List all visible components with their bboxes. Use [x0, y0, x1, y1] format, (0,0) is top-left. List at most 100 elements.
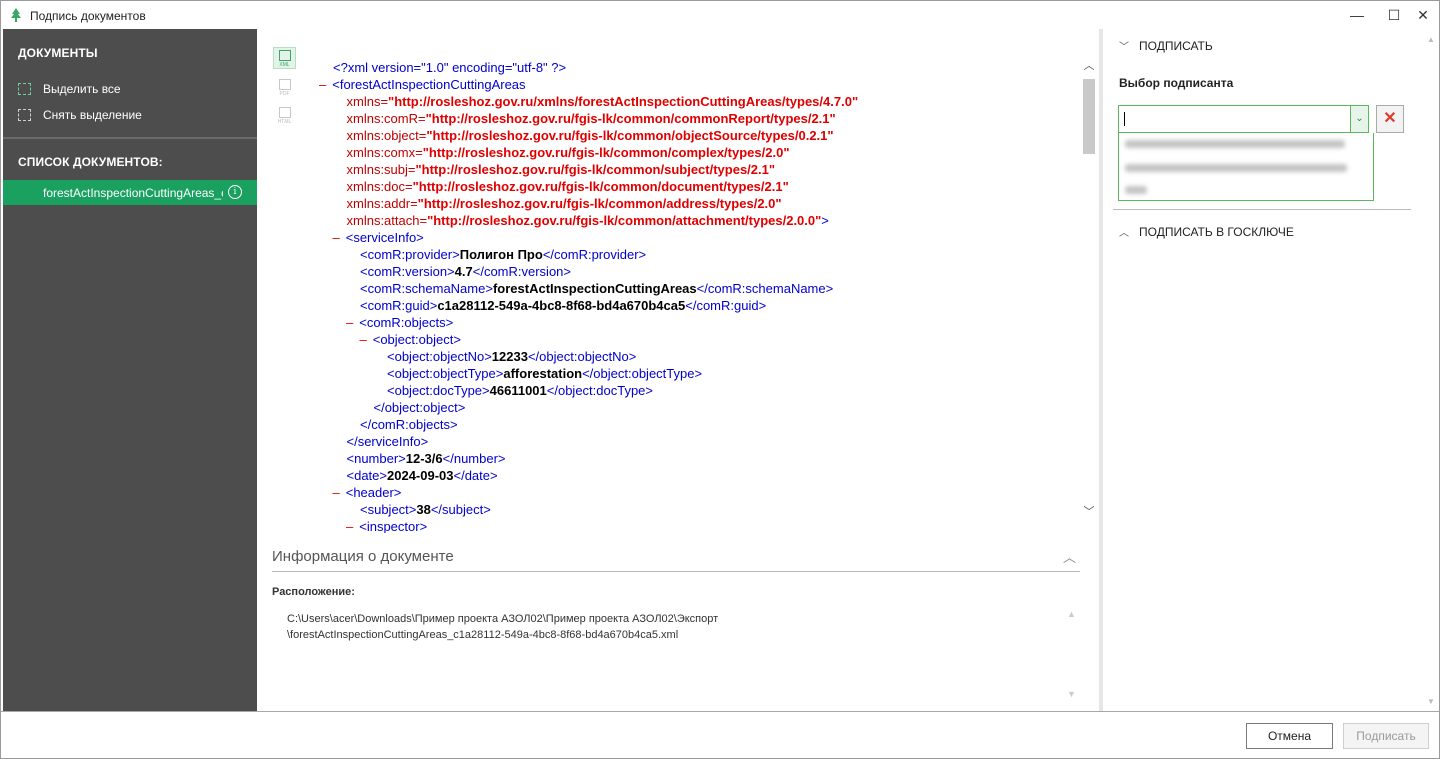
xml-token: xmlns:comx= — [346, 145, 423, 160]
xml-scrollbar[interactable]: ︿ ﹀ — [1081, 47, 1097, 525]
xml-line: <date>2024-09-03</date> — [347, 467, 498, 484]
collapse-toggle-icon[interactable]: – — [346, 519, 353, 533]
xml-token: "http://rosleshoz.gov.ru/fgis-lk/common/… — [422, 145, 790, 160]
select-all-button[interactable]: Выделить все — [18, 82, 121, 96]
chevron-up-icon: ︿ — [1119, 228, 1129, 239]
xml-line: <number>12-3/6</number> — [347, 450, 506, 467]
xml-line: – <forestActInspectionCuttingAreas — [319, 76, 526, 93]
collapse-toggle-icon[interactable]: – — [346, 315, 353, 330]
format-xml-button[interactable]: XML — [273, 47, 296, 69]
info-divider — [272, 571, 1080, 572]
xml-content[interactable]: <?xml version="1.0" encoding="utf-8" ?> –… — [315, 59, 1075, 533]
xml-line: xmlns:comx="http://rosleshoz.gov.ru/fgis… — [347, 144, 790, 161]
xml-token: xmlns:comR= — [346, 111, 426, 126]
gosklyuch-section-header[interactable]: ︿ ПОДПИСАТЬ В ГОСКЛЮЧЕ — [1119, 224, 1294, 240]
clear-signer-button[interactable]: ✕ — [1376, 105, 1404, 133]
collapse-toggle-icon[interactable]: – — [319, 77, 326, 92]
dropdown-option-blurred[interactable] — [1125, 140, 1345, 148]
signer-dropdown-list[interactable] — [1118, 133, 1374, 201]
location-path: C:\Users\acer\Downloads\Пример проекта А… — [287, 611, 1047, 643]
xml-token: </comR:objects> — [360, 417, 458, 432]
deselect-label: Снять выделение — [43, 108, 142, 122]
right-scroll-down-icon[interactable]: ▼ — [1427, 697, 1435, 706]
dropdown-option-blurred[interactable] — [1125, 186, 1147, 194]
right-scroll-up-icon[interactable]: ▲ — [1427, 35, 1435, 44]
xml-line: <subject>38</subject> — [360, 501, 491, 518]
location-scroll-up-icon[interactable]: ▲ — [1067, 609, 1076, 619]
xml-token: xmlns:attach= — [346, 213, 428, 228]
close-button[interactable]: ✕ — [1406, 1, 1440, 29]
dropdown-option-blurred[interactable] — [1125, 164, 1347, 172]
xml-token: <comR:version> — [360, 264, 455, 279]
window-title: Подпись документов — [30, 9, 146, 23]
xml-line: xmlns:attach="http://rosleshoz.gov.ru/fg… — [347, 212, 829, 229]
location-label: Расположение: — [272, 586, 355, 598]
deselect-button[interactable]: Снять выделение — [18, 108, 142, 122]
collapse-toggle-icon[interactable]: – — [333, 230, 340, 245]
xml-token: c1a28112-549a-4bc8-8f68-bd4a670b4ca5 — [437, 298, 686, 313]
document-list-item[interactable]: forestActInspectionCuttingAreas_c1a28112… — [3, 180, 257, 205]
xml-token: "http://rosleshoz.gov.ru/fgis-lk/common/… — [417, 196, 782, 211]
collapse-toggle-icon[interactable]: – — [360, 332, 367, 347]
xml-token: <object:docType> — [387, 383, 490, 398]
scroll-up-icon[interactable]: ︿ — [1082, 59, 1096, 73]
scroll-thumb[interactable] — [1083, 79, 1095, 154]
xml-line: xmlns:subj="http://rosleshoz.gov.ru/fgis… — [347, 161, 776, 178]
dropdown-chevron-icon[interactable]: ⌄ — [1350, 106, 1368, 132]
xml-token: 38 — [416, 502, 431, 517]
xml-token: </object:object> — [373, 400, 466, 415]
document-name: forestActInspectionCuttingAreas_c1a28112… — [43, 185, 223, 200]
sign-section-header[interactable]: ﹀ ПОДПИСАТЬ — [1119, 38, 1213, 54]
sign-section-label: ПОДПИСАТЬ — [1139, 38, 1213, 53]
minimize-button[interactable]: — — [1340, 1, 1374, 29]
xml-line: <object:docType>46611001</object:docType… — [387, 382, 653, 399]
sign-button[interactable]: Подписать — [1343, 723, 1429, 749]
xml-token: 4.7 — [454, 264, 473, 279]
text-caret — [1124, 112, 1125, 126]
format-pdf-button[interactable]: PDF — [273, 75, 296, 97]
footer-bar: Отмена Подписать — [1, 711, 1439, 758]
xml-token: < — [332, 77, 340, 92]
xml-token: xmlns= — [346, 94, 389, 109]
xml-line: </object:object> — [374, 399, 466, 416]
xml-token: xmlns:doc= — [346, 179, 413, 194]
xml-line: xmlns:object="http://rosleshoz.gov.ru/fg… — [347, 127, 834, 144]
sidebar-divider — [3, 137, 257, 139]
format-html-button[interactable]: HTML — [273, 103, 296, 125]
xml-token: xmlns:addr= — [346, 196, 418, 211]
xml-token: </object:docType> — [546, 383, 654, 398]
sign-documents-window: Подпись документов — ☐ ✕ ДОКУМЕНТЫ Выдел… — [0, 0, 1440, 759]
right-scrollbar[interactable]: ▲ ▼ — [1425, 29, 1437, 711]
xml-token: </serviceInfo> — [346, 434, 429, 449]
documents-header: ДОКУМЕНТЫ — [18, 46, 98, 60]
location-path-line1: C:\Users\acer\Downloads\Пример проекта А… — [287, 613, 719, 625]
xml-token: </comR:version> — [472, 264, 571, 279]
xml-line: – <header> — [333, 484, 402, 501]
xml-line: </serviceInfo> — [347, 433, 429, 450]
cancel-button[interactable]: Отмена — [1246, 723, 1333, 749]
document-info-title: Информация о документе — [272, 548, 454, 565]
xml-token: "http://rosleshoz.gov.ru/fgis-lk/common/… — [426, 128, 834, 143]
pdf-page-icon — [278, 79, 291, 90]
xml-token: <number> — [346, 451, 406, 466]
collapse-info-icon[interactable]: ︿ — [1063, 547, 1076, 566]
collapse-toggle-icon[interactable]: – — [333, 485, 340, 500]
app-tree-icon — [11, 8, 21, 22]
info-icon[interactable]: i — [228, 185, 242, 199]
scroll-down-icon[interactable]: ﹀ — [1082, 505, 1096, 519]
xml-token: xmlns:subj= — [346, 162, 416, 177]
xml-token: </object:objectType> — [582, 366, 703, 381]
xml-token: <comR:schemaName> — [360, 281, 493, 296]
xml-token: 2024-09-03 — [387, 468, 454, 483]
format-xml-label: XML — [279, 62, 290, 68]
document-list-header: СПИСОК ДОКУМЕНТОВ: — [18, 155, 163, 169]
signer-combobox[interactable]: ⌄ — [1118, 105, 1369, 133]
xml-line: xmlns:addr="http://rosleshoz.gov.ru/fgis… — [347, 195, 782, 212]
xml-line: – <inspector> — [346, 518, 427, 533]
sign-panel: ﹀ ПОДПИСАТЬ Выбор подписанта ⌄ ✕ ︿ ПОДПИ… — [1103, 29, 1439, 711]
xml-line: <comR:schemaName>forestActInspectionCutt… — [360, 280, 833, 297]
xml-token: 12233 — [491, 349, 528, 364]
sidebar: ДОКУМЕНТЫ Выделить все Снять выделение С… — [3, 29, 257, 711]
xml-page-icon — [278, 50, 291, 61]
location-scroll-down-icon[interactable]: ▼ — [1067, 689, 1076, 699]
